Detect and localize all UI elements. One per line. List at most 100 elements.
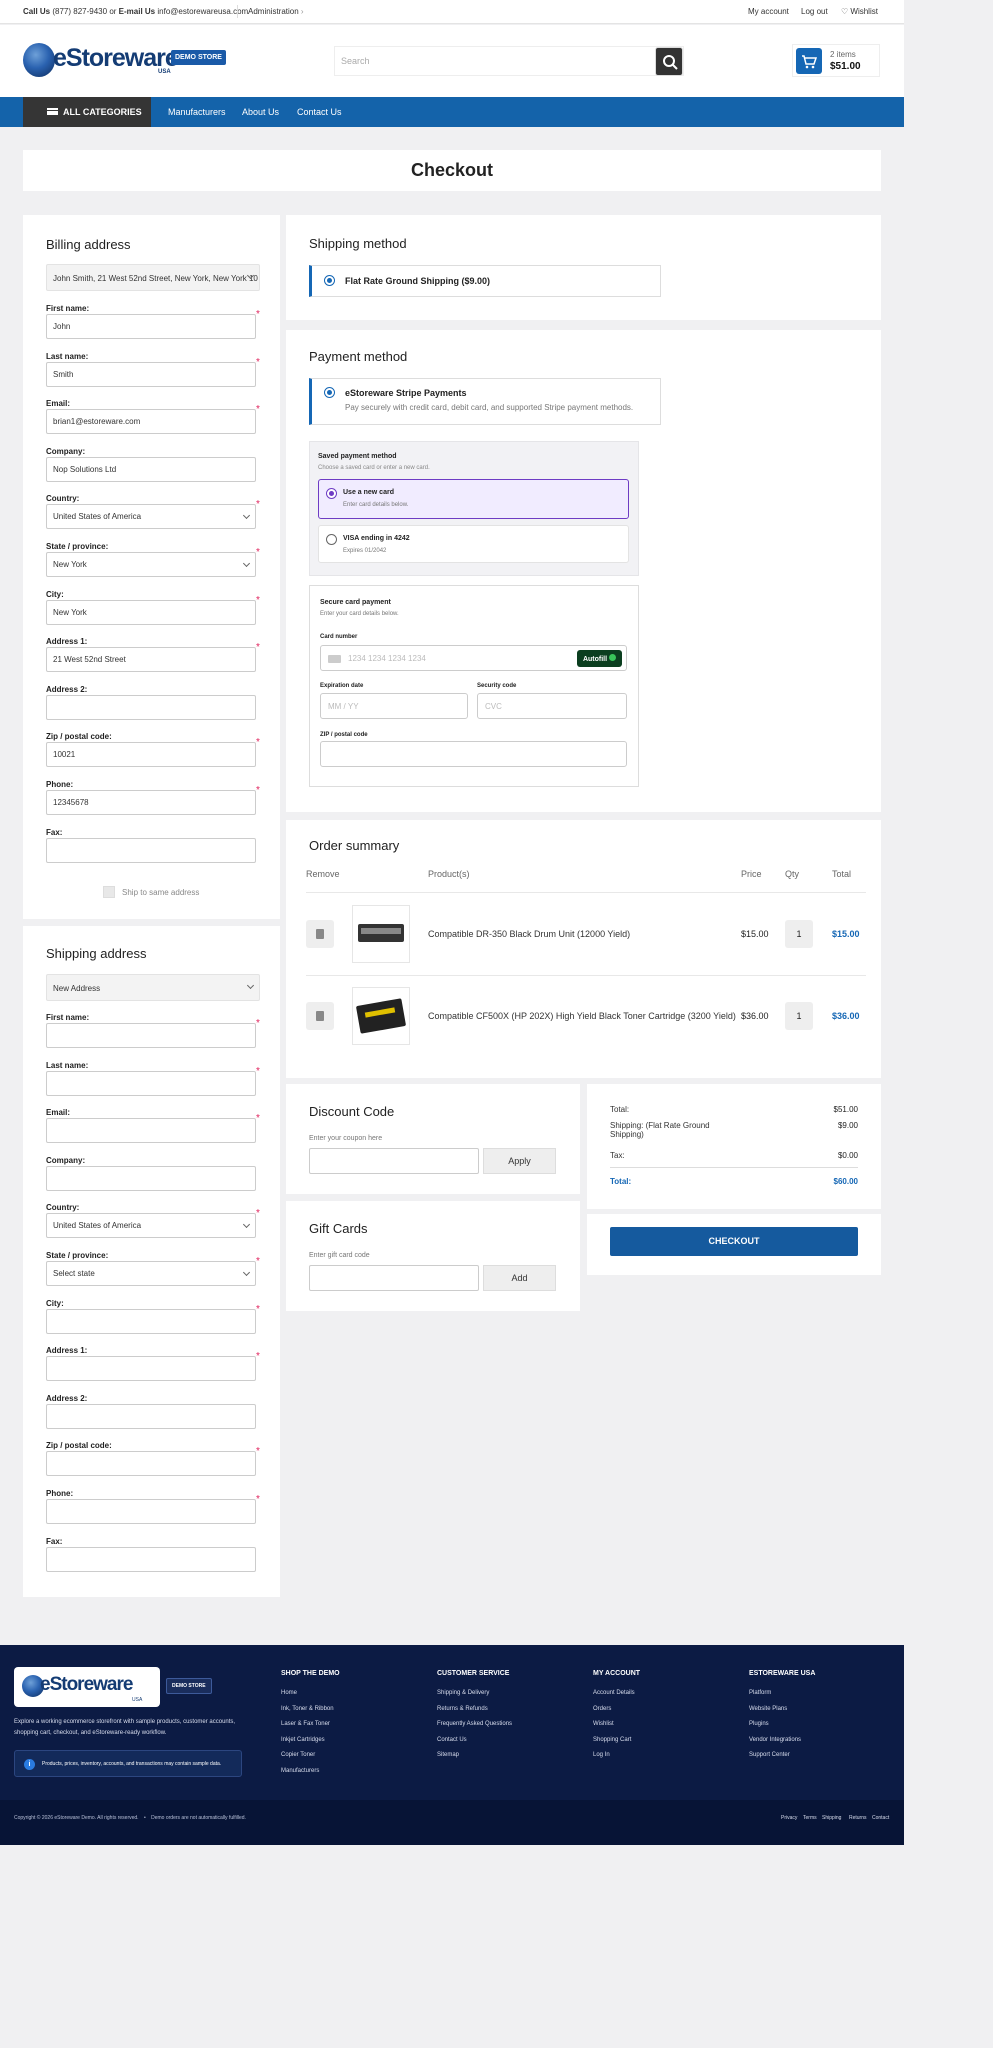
billing-company-input[interactable]: Nop Solutions Ltd bbox=[46, 456, 256, 482]
shipping-first-name-input[interactable] bbox=[46, 1023, 256, 1048]
billing-fax-input[interactable] bbox=[46, 837, 256, 863]
coupon-input[interactable] bbox=[309, 1148, 479, 1174]
footer-link-platform[interactable]: Platform bbox=[749, 1690, 771, 1696]
search-button[interactable] bbox=[655, 47, 683, 76]
search-input[interactable]: Search bbox=[341, 56, 370, 66]
footer-link-vendor-integrations[interactable]: Vendor Integrations bbox=[749, 1737, 801, 1743]
billing-address-select[interactable]: John Smith, 21 West 52nd Street, New Yor… bbox=[46, 264, 260, 291]
footer-link-terms[interactable]: Terms bbox=[803, 1815, 817, 1821]
mini-cart[interactable]: 2 items $51.00 bbox=[792, 44, 880, 77]
saved-visa-radio[interactable] bbox=[326, 534, 337, 545]
shipping-address-1-input[interactable] bbox=[46, 1356, 256, 1382]
card-zip-field[interactable] bbox=[320, 741, 627, 767]
billing-email-input[interactable]: brian1@estoreware.com bbox=[46, 409, 256, 435]
product-image[interactable] bbox=[352, 987, 410, 1045]
qty-input[interactable]: 1 bbox=[785, 1002, 813, 1030]
remove-button[interactable] bbox=[306, 920, 334, 948]
email-link[interactable]: info@estorewareusa.com bbox=[157, 7, 248, 16]
footer-link-contact[interactable]: Contact bbox=[872, 1815, 889, 1821]
footer-logo[interactable]: eStoreware USA bbox=[14, 1667, 160, 1707]
footer-link-wishlist[interactable]: Wishlist bbox=[593, 1721, 614, 1727]
security-code-field[interactable]: CVC bbox=[477, 693, 627, 719]
checkout-button[interactable]: CHECKOUT bbox=[610, 1227, 858, 1256]
tax-label: Tax: bbox=[610, 1151, 625, 1160]
shipping-company-input[interactable] bbox=[46, 1165, 256, 1191]
footer-link-home[interactable]: Home bbox=[281, 1690, 297, 1696]
all-categories-button[interactable]: ALL CATEGORIES bbox=[23, 97, 151, 127]
billing-city-input[interactable]: New York bbox=[46, 599, 256, 625]
footer-link-account-details[interactable]: Account Details bbox=[593, 1690, 635, 1696]
footer-link-frequently-asked-questions[interactable]: Frequently Asked Questions bbox=[437, 1721, 512, 1727]
shipping-country-select[interactable]: United States of America bbox=[46, 1213, 256, 1239]
footer-link-manufacturers[interactable]: Manufacturers bbox=[281, 1768, 319, 1774]
footer-link-copier-toner[interactable]: Copier Toner bbox=[281, 1752, 315, 1758]
autofill-button[interactable]: Autofill bbox=[576, 650, 622, 667]
product-name[interactable]: Compatible DR-350 Black Drum Unit (12000… bbox=[428, 929, 630, 939]
nav-manufacturers[interactable]: Manufacturers bbox=[168, 107, 226, 117]
footer-link-contact-us[interactable]: Contact Us bbox=[437, 1737, 467, 1743]
footer-link-website-plans[interactable]: Website Plans bbox=[749, 1706, 787, 1712]
shipping-address-title: Shipping address bbox=[46, 946, 147, 961]
billing-address-1-input[interactable]: 21 West 52nd Street bbox=[46, 647, 256, 673]
site-logo[interactable]: eStoreware USA DEMO STORE bbox=[23, 43, 228, 81]
billing-country-select[interactable]: United States of America bbox=[46, 504, 256, 530]
footer-link-returns-refunds[interactable]: Returns & Refunds bbox=[437, 1706, 488, 1712]
billing-phone-input[interactable]: 12345678 bbox=[46, 790, 256, 815]
shipping-option[interactable]: Flat Rate Ground Shipping ($9.00) bbox=[309, 265, 661, 297]
shipping-last-name-input[interactable] bbox=[46, 1070, 256, 1096]
payment-option-radio[interactable] bbox=[324, 387, 335, 398]
security-code-input[interactable]: CVC bbox=[485, 702, 502, 711]
footer-link-support-center[interactable]: Support Center bbox=[749, 1752, 790, 1758]
payment-option[interactable]: eStoreware Stripe Payments Pay securely … bbox=[309, 378, 661, 425]
remove-button[interactable] bbox=[306, 1002, 334, 1030]
footer-link-shopping-cart[interactable]: Shopping Cart bbox=[593, 1737, 631, 1743]
product-name[interactable]: Compatible CF500X (HP 202X) High Yield B… bbox=[428, 1011, 736, 1021]
nav-about-us[interactable]: About Us bbox=[242, 107, 279, 117]
footer-link-returns[interactable]: Returns bbox=[849, 1815, 867, 1821]
my-account-link[interactable]: My account bbox=[748, 7, 789, 16]
product-image[interactable] bbox=[352, 905, 410, 963]
billing-first-name-input[interactable]: John bbox=[46, 314, 256, 339]
shipping-address-select[interactable]: New Address bbox=[46, 974, 260, 1001]
phone-number[interactable]: (877) 827-9430 bbox=[52, 7, 107, 16]
log-out-link[interactable]: Log out bbox=[801, 7, 828, 16]
footer-link-shipping-delivery[interactable]: Shipping & Delivery bbox=[437, 1690, 489, 1696]
card-number-input[interactable]: 1234 1234 1234 1234 bbox=[348, 654, 426, 663]
shipping-email-input[interactable] bbox=[46, 1118, 256, 1144]
billing-address-2-input[interactable] bbox=[46, 694, 256, 720]
add-gift-card-button[interactable]: Add bbox=[483, 1265, 556, 1291]
ship-same-checkbox[interactable] bbox=[103, 886, 115, 898]
qty-input[interactable]: 1 bbox=[785, 920, 813, 948]
shipping-phone-input[interactable] bbox=[46, 1499, 256, 1524]
card-number-field[interactable]: 1234 1234 1234 1234 Autofill bbox=[320, 645, 627, 671]
gift-card-input[interactable] bbox=[309, 1265, 479, 1291]
shipping-address-2-input[interactable] bbox=[46, 1403, 256, 1429]
new-card-option[interactable]: Use a new card Enter card details below. bbox=[318, 479, 629, 519]
expiration-input[interactable]: MM / YY bbox=[328, 702, 359, 711]
billing-state-province-select[interactable]: New York bbox=[46, 552, 256, 577]
footer-link-log-in[interactable]: Log In bbox=[593, 1752, 610, 1758]
expiration-field[interactable]: MM / YY bbox=[320, 693, 468, 719]
footer-link-sitemap[interactable]: Sitemap bbox=[437, 1752, 459, 1758]
shipping-state-province-select[interactable]: Select state bbox=[46, 1261, 256, 1286]
footer-link-laser-fax-toner[interactable]: Laser & Fax Toner bbox=[281, 1721, 330, 1727]
shipping-option-radio[interactable] bbox=[324, 275, 335, 286]
billing-last-name-input[interactable]: Smith bbox=[46, 361, 256, 387]
footer-link-orders[interactable]: Orders bbox=[593, 1706, 611, 1712]
shipping-zip-postal-code-input[interactable] bbox=[46, 1451, 256, 1477]
footer-link-ink-toner-ribbon[interactable]: Ink, Toner & Ribbon bbox=[281, 1706, 334, 1712]
footer-link-shipping[interactable]: Shipping bbox=[822, 1815, 841, 1821]
saved-visa-option[interactable]: VISA ending in 4242 Expires 01/2042 bbox=[318, 525, 629, 563]
shipping-fax-input[interactable] bbox=[46, 1546, 256, 1572]
billing-zip-postal-code-input[interactable]: 10021 bbox=[46, 742, 256, 768]
apply-coupon-button[interactable]: Apply bbox=[483, 1148, 556, 1174]
nav-contact-us[interactable]: Contact Us bbox=[297, 107, 342, 117]
administration-link[interactable]: Administration › bbox=[248, 7, 304, 16]
shipping-city-input[interactable] bbox=[46, 1308, 256, 1334]
wishlist-link[interactable]: ♡ Wishlist bbox=[841, 7, 878, 16]
new-card-radio[interactable] bbox=[326, 488, 337, 499]
footer-link-inkjet-cartridges[interactable]: Inkjet Cartridges bbox=[281, 1737, 325, 1743]
link-icon bbox=[609, 654, 616, 661]
footer-link-plugins[interactable]: Plugins bbox=[749, 1721, 769, 1727]
footer-link-privacy[interactable]: Privacy bbox=[781, 1815, 797, 1821]
